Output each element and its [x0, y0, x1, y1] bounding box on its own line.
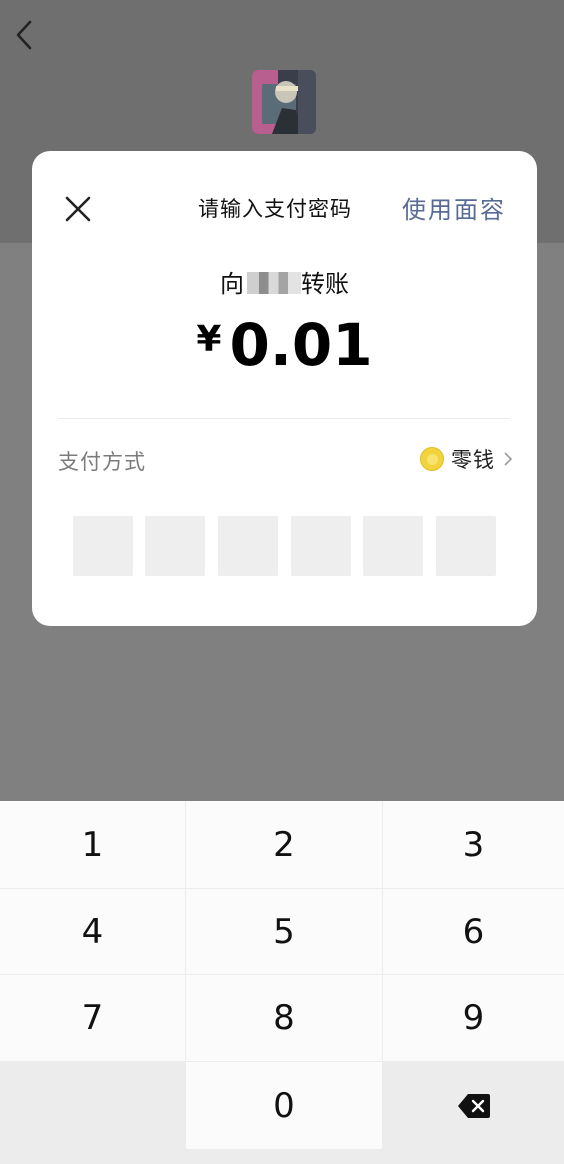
numeric-keypad: 1 2 3 4 5 6 7 8 9 0	[0, 801, 564, 1164]
key-4[interactable]: 4	[0, 889, 185, 974]
avatar	[252, 70, 316, 134]
key-5[interactable]: 5	[186, 889, 382, 974]
transfer-recipient-line: 向 转账	[32, 264, 537, 299]
pin-digit-box[interactable]	[73, 516, 133, 576]
user-avatar-image	[252, 70, 316, 134]
use-face-id-link[interactable]: 使用面容	[402, 190, 506, 225]
close-button[interactable]	[60, 191, 96, 227]
divider	[58, 418, 510, 419]
transfer-amount: ¥0.01	[32, 311, 537, 379]
key-7[interactable]: 7	[0, 975, 185, 1061]
key-6[interactable]: 6	[383, 889, 564, 974]
recipient-name-mosaic	[247, 272, 301, 294]
transfer-suffix: 转账	[301, 270, 349, 298]
key-9[interactable]: 9	[383, 975, 564, 1061]
currency-symbol: ¥	[196, 319, 222, 360]
backspace-icon	[457, 1093, 490, 1118]
payment-password-dialog: 请输入支付密码 使用面容 向 转账 ¥0.01 支付方式 零钱	[32, 151, 537, 626]
backspace-key[interactable]	[383, 1062, 564, 1149]
payment-method-selector[interactable]: 零钱	[420, 444, 512, 474]
chevron-right-icon	[504, 452, 512, 466]
payment-method-value: 零钱	[451, 448, 495, 472]
payment-method-label: 支付方式	[58, 450, 146, 474]
pin-digit-box[interactable]	[145, 516, 205, 576]
chevron-left-icon	[16, 20, 32, 50]
pin-digit-box[interactable]	[363, 516, 423, 576]
key-0[interactable]: 0	[186, 1062, 382, 1149]
close-icon	[65, 196, 91, 222]
key-2[interactable]: 2	[186, 801, 382, 888]
key-empty	[0, 1062, 185, 1164]
pin-digit-box[interactable]	[436, 516, 496, 576]
amount-value: 0.01	[229, 311, 373, 379]
key-3[interactable]: 3	[383, 801, 564, 888]
dialog-title: 请输入支付密码	[198, 197, 352, 221]
coin-icon	[420, 447, 444, 471]
pin-digit-box[interactable]	[291, 516, 351, 576]
transfer-prefix: 向	[220, 270, 245, 298]
pin-digit-box[interactable]	[218, 516, 278, 576]
key-1[interactable]: 1	[0, 801, 185, 888]
back-button[interactable]	[8, 18, 40, 52]
key-8[interactable]: 8	[186, 975, 382, 1061]
